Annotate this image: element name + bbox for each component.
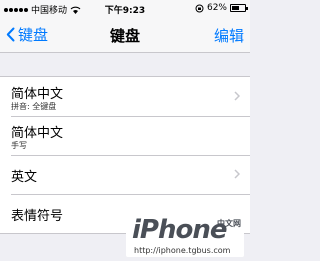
watermark-url: http://iphone.tgbus.com xyxy=(134,246,231,255)
keyboard-title: 简体中文 xyxy=(11,126,64,141)
keyboard-row-chinese-pinyin[interactable]: 简体中文 拼音: 全键盘 xyxy=(0,77,250,116)
page-title: 键盘 xyxy=(109,27,140,45)
keyboard-row-chinese-handwriting[interactable]: 简体中文 手写 xyxy=(0,116,250,155)
keyboard-title: 表情符号 xyxy=(11,209,64,224)
watermark-brand: iPhone xyxy=(132,215,227,245)
navigation-bar: 键盘 键盘 编辑 xyxy=(0,18,250,53)
battery-percentage: 62% xyxy=(206,3,227,13)
chevron-right-icon xyxy=(234,91,240,101)
rotation-lock-icon xyxy=(195,4,204,12)
battery-level xyxy=(232,6,239,10)
keyboard-title: 简体中文 xyxy=(11,87,64,102)
keyboard-subtitle: 拼音: 全键盘 xyxy=(11,102,57,111)
keyboard-list: 简体中文 拼音: 全键盘 简体中文 手写 英文 表情符号 xyxy=(0,76,250,234)
keyboard-title: 英文 xyxy=(11,170,38,185)
keyboard-row-english[interactable]: 英文 xyxy=(0,155,250,194)
edit-button[interactable]: 编辑 xyxy=(214,25,244,46)
site-watermark: iPhone 中文网 http://iphone.tgbus.com xyxy=(126,215,244,257)
battery-icon xyxy=(230,4,248,12)
keyboard-subtitle: 手写 xyxy=(11,141,27,150)
chevron-right-icon xyxy=(234,169,240,179)
status-bar: 中国移动 下午9:23 62% xyxy=(0,0,250,18)
status-right: 62% xyxy=(195,3,248,13)
watermark-chinese: 中文网 xyxy=(217,219,241,228)
